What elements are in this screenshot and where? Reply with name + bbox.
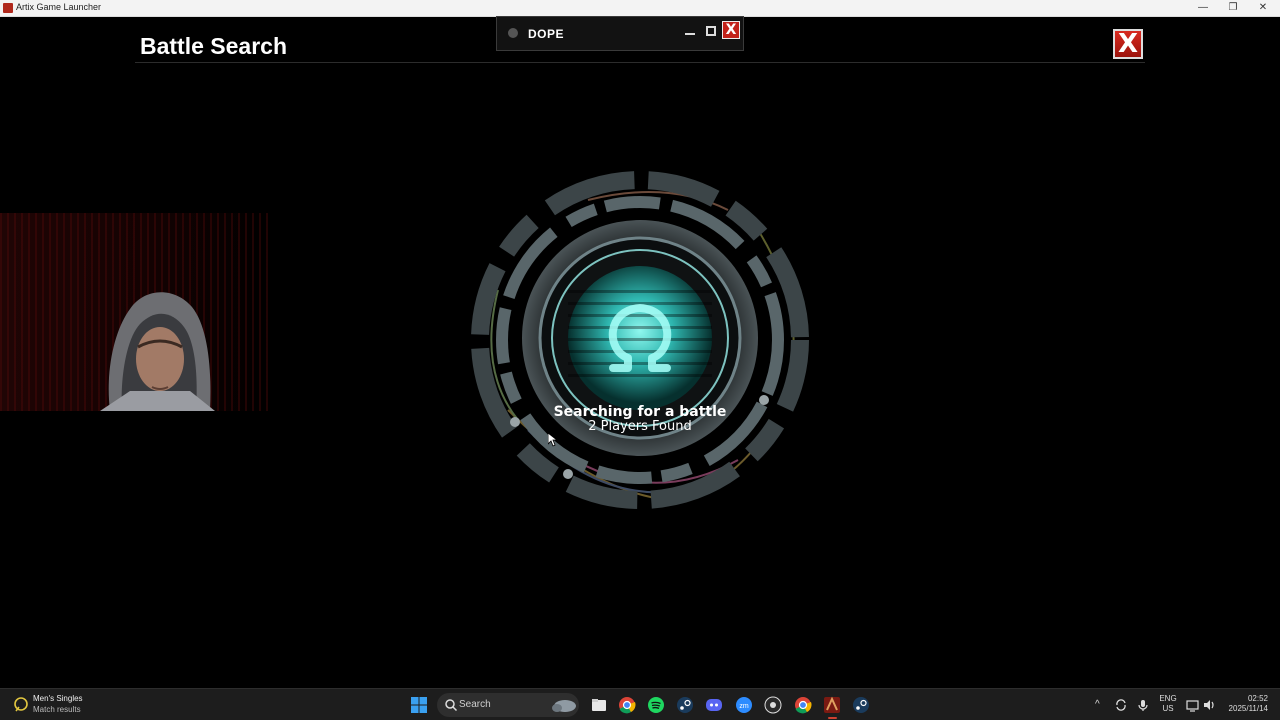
steam-icon[interactable] xyxy=(676,696,694,714)
taskbar: Men's Singles Match results Search zm ^ … xyxy=(0,688,1280,720)
close-battle-search-button[interactable]: X xyxy=(1113,29,1143,59)
taskbar-search-input[interactable]: Search xyxy=(437,693,579,717)
overlay-maximize-button[interactable] xyxy=(706,26,716,36)
file-explorer-icon[interactable] xyxy=(590,696,608,714)
title-divider xyxy=(135,62,1145,63)
overlay-window: DOPE X xyxy=(496,16,744,51)
webcam-feed xyxy=(0,213,270,411)
show-hidden-icons-button[interactable]: ^ xyxy=(1095,699,1100,710)
app-icon xyxy=(3,3,13,13)
widget-subtitle: Match results xyxy=(33,705,81,714)
status-dot-icon xyxy=(508,28,518,38)
discord-icon[interactable] xyxy=(705,696,723,714)
players-found-count: 2 Players Found xyxy=(588,419,692,434)
tennis-icon xyxy=(14,697,28,712)
window-titlebar: Artix Game Launcher — ❐ ✕ xyxy=(0,0,1280,17)
steam-alt-icon[interactable] xyxy=(852,696,870,714)
webcam-person-image xyxy=(100,292,215,411)
overlay-minimize-button[interactable] xyxy=(685,25,695,35)
battle-radar-device xyxy=(471,171,809,509)
active-app-indicator xyxy=(828,717,837,719)
search-highlight-icon xyxy=(552,700,576,712)
window-close-button[interactable]: ✕ xyxy=(1248,0,1278,16)
windows-start-icon[interactable] xyxy=(410,696,428,714)
overlay-close-button[interactable]: X xyxy=(722,21,740,39)
zoom-icon[interactable]: zm xyxy=(735,696,753,714)
sync-icon[interactable] xyxy=(1114,698,1128,712)
chrome-alt-icon[interactable] xyxy=(794,696,812,714)
language-code: ENG xyxy=(1159,694,1177,703)
mouse-cursor-icon xyxy=(548,433,558,447)
window-restore-button[interactable]: ❐ xyxy=(1218,0,1248,16)
search-status-title: Searching for a battle xyxy=(553,404,727,420)
page-title: Battle Search xyxy=(140,33,288,59)
volume-icon[interactable] xyxy=(1202,698,1216,712)
game-area: Battle Search X DOPE X Searching for a b… xyxy=(0,16,1280,688)
artix-launcher-icon[interactable] xyxy=(823,696,841,714)
language-indicator[interactable]: ENG US xyxy=(1159,694,1177,714)
microphone-icon[interactable] xyxy=(1136,698,1150,712)
search-placeholder: Search xyxy=(459,699,491,710)
spotify-icon[interactable] xyxy=(647,696,665,714)
chrome-icon[interactable] xyxy=(618,696,636,714)
search-icon xyxy=(445,699,458,712)
overlay-label: DOPE xyxy=(528,27,565,41)
widget-title: Men's Singles xyxy=(33,694,83,703)
window-title: Artix Game Launcher xyxy=(16,2,102,12)
window-minimize-button[interactable]: — xyxy=(1188,0,1218,16)
news-widget[interactable]: Men's Singles Match results xyxy=(10,693,120,717)
clock-date: 2025/11/14 xyxy=(1228,704,1268,713)
svg-text:zm: zm xyxy=(739,703,749,710)
network-icon[interactable] xyxy=(1186,698,1200,712)
obs-icon[interactable] xyxy=(764,696,782,714)
taskbar-clock[interactable]: 02:52 2025/11/14 xyxy=(1222,694,1268,714)
clock-time: 02:52 xyxy=(1247,694,1268,703)
keyboard-region: US xyxy=(1162,704,1174,713)
